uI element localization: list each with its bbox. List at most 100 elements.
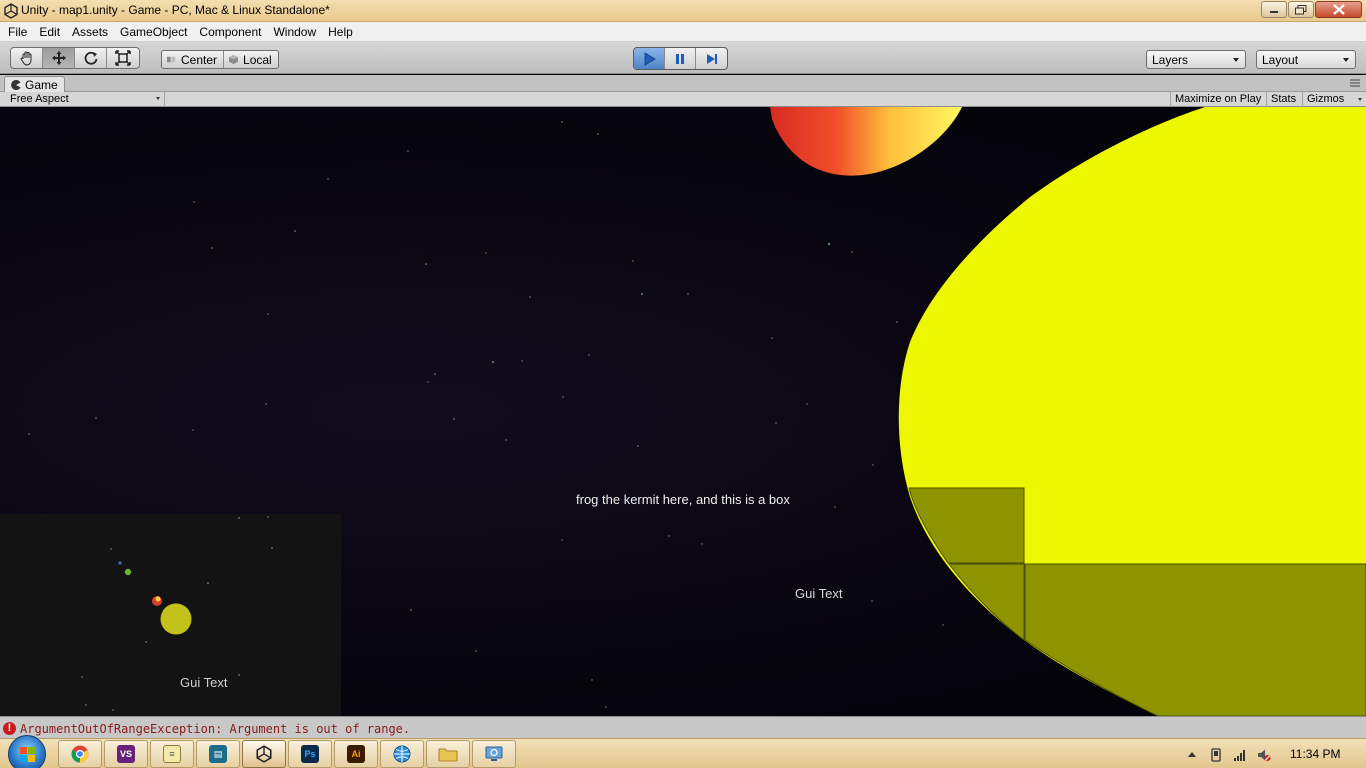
menu-assets[interactable]: Assets xyxy=(66,25,114,39)
menu-component[interactable]: Component xyxy=(193,25,267,39)
volume-muted-icon[interactable] xyxy=(1257,748,1271,762)
taskbar-file-explorer[interactable] xyxy=(426,740,470,768)
pivot-center-button[interactable]: Center xyxy=(162,51,225,68)
chevron-down-icon xyxy=(1233,58,1239,62)
game-view-toolbar: Free Aspect Maximize on Play Stats Gizmo… xyxy=(0,92,1366,107)
pause-icon xyxy=(676,53,684,64)
menu-window[interactable]: Window xyxy=(267,25,322,39)
pivot-icon xyxy=(167,56,176,63)
hand-tool-button[interactable] xyxy=(11,48,43,68)
chevron-down-icon xyxy=(1358,98,1362,101)
remote-desktop-icon xyxy=(485,746,503,761)
gui-text-right: Gui Text xyxy=(795,586,843,601)
panel-menu-icon[interactable] xyxy=(1350,79,1360,87)
menu-file[interactable]: File xyxy=(2,25,33,39)
start-button[interactable] xyxy=(8,735,46,768)
taskbar-visual-studio[interactable]: VS xyxy=(104,740,148,768)
rotate-icon xyxy=(84,51,97,65)
gizmos-label: Gizmos xyxy=(1307,93,1345,105)
photoshop-icon: Ps xyxy=(301,745,319,763)
maximize-button[interactable] xyxy=(1288,1,1314,18)
system-tray xyxy=(1185,747,1281,763)
main-toolbar: Center Local Layers Layout xyxy=(0,42,1366,74)
menu-help[interactable]: Help xyxy=(322,25,359,39)
error-icon: ! xyxy=(3,722,16,735)
scale-tool-button[interactable] xyxy=(107,48,139,68)
minimap-view: Gui Text xyxy=(0,514,341,716)
windows-taskbar: VS ≡ ▤ Ps Ai 11:34 PM xyxy=(0,735,1366,768)
gui-text-minimap: Gui Text xyxy=(180,675,228,690)
menu-bar: File Edit Assets GameObject Component Wi… xyxy=(0,22,1366,42)
illustrator-icon: Ai xyxy=(347,745,365,763)
close-icon xyxy=(1332,4,1345,15)
rotate-tool-button[interactable] xyxy=(75,48,107,68)
play-icon xyxy=(644,51,656,66)
unity-logo-icon xyxy=(4,3,18,19)
chevron-down-icon xyxy=(1343,58,1349,62)
game-viewport[interactable]: frog the kermit here, and this is a box … xyxy=(0,107,1366,716)
taskbar-clock[interactable]: 11:34 PM xyxy=(1290,747,1340,761)
layout-dropdown[interactable]: Layout xyxy=(1256,50,1356,69)
chevron-down-icon xyxy=(156,97,160,100)
hand-icon xyxy=(19,51,31,66)
maximize-on-play-toggle[interactable]: Maximize on Play xyxy=(1170,92,1266,107)
database-icon: ▤ xyxy=(209,745,227,763)
visual-studio-icon: VS xyxy=(117,745,135,763)
globe-icon xyxy=(393,745,411,763)
close-button[interactable] xyxy=(1315,1,1362,18)
scale-icon xyxy=(115,50,131,66)
minimize-icon xyxy=(1270,10,1278,13)
transform-tools xyxy=(10,47,140,69)
notepad-icon: ≡ xyxy=(163,745,181,763)
step-icon xyxy=(706,53,717,64)
device-icon[interactable] xyxy=(1209,748,1223,762)
pivot-toggles: Center Local xyxy=(161,50,279,69)
pivot-local-button[interactable]: Local xyxy=(224,51,278,68)
status-message[interactable]: ArgumentOutOfRangeException: Argument is… xyxy=(20,722,410,736)
pivot-local-label: Local xyxy=(243,52,272,67)
layers-label: Layers xyxy=(1152,52,1189,67)
cube-icon xyxy=(229,55,239,64)
taskbar-remote-desktop[interactable] xyxy=(472,740,516,768)
layout-label: Layout xyxy=(1262,52,1299,67)
gizmos-dropdown[interactable]: Gizmos xyxy=(1302,92,1366,107)
tab-game-label: Game xyxy=(25,77,58,92)
gui-text-center: frog the kermit here, and this is a box xyxy=(576,492,790,507)
signal-strength-icon[interactable] xyxy=(1233,748,1247,762)
restore-icon xyxy=(1295,4,1307,14)
chrome-icon xyxy=(71,745,89,763)
aspect-label: Free Aspect xyxy=(10,93,69,105)
game-tab-bar: Game xyxy=(0,75,1366,92)
pivot-center-label: Center xyxy=(181,52,218,67)
show-hidden-icons-icon[interactable] xyxy=(1185,748,1199,762)
window-title: Unity - map1.unity - Game - PC, Mac & Li… xyxy=(21,3,330,17)
move-tool-button[interactable] xyxy=(43,48,75,68)
folder-icon xyxy=(438,748,458,762)
windows-logo-icon xyxy=(20,747,35,762)
taskbar-illustrator[interactable]: Ai xyxy=(334,740,378,768)
taskbar-notepad[interactable]: ≡ xyxy=(150,740,194,768)
taskbar-chrome[interactable] xyxy=(58,740,102,768)
move-arrows-icon xyxy=(51,51,66,65)
minimize-button[interactable] xyxy=(1261,1,1287,18)
taskbar-photoshop[interactable]: Ps xyxy=(288,740,332,768)
taskbar-network-tool[interactable] xyxy=(380,740,424,768)
playback-controls xyxy=(633,47,728,70)
minimap-scene xyxy=(81,516,273,711)
taskbar-unity[interactable] xyxy=(242,740,286,768)
menu-edit[interactable]: Edit xyxy=(33,25,66,39)
stats-toggle[interactable]: Stats xyxy=(1266,92,1302,107)
step-button[interactable] xyxy=(696,48,727,69)
window-titlebar: Unity - map1.unity - Game - PC, Mac & Li… xyxy=(0,0,1366,22)
play-button[interactable] xyxy=(634,48,665,69)
sun-planet xyxy=(770,107,962,176)
layers-dropdown[interactable]: Layers xyxy=(1146,50,1246,69)
aspect-dropdown[interactable]: Free Aspect xyxy=(5,92,165,107)
tab-game[interactable]: Game xyxy=(4,76,65,92)
menu-gameobject[interactable]: GameObject xyxy=(114,25,193,39)
pause-button[interactable] xyxy=(665,48,696,69)
taskbar-sql-tool[interactable]: ▤ xyxy=(196,740,240,768)
unity-icon xyxy=(256,745,272,763)
pacman-game-icon xyxy=(11,79,21,90)
console-status-bar[interactable]: ! ArgumentOutOfRangeException: Argument … xyxy=(0,716,1366,738)
